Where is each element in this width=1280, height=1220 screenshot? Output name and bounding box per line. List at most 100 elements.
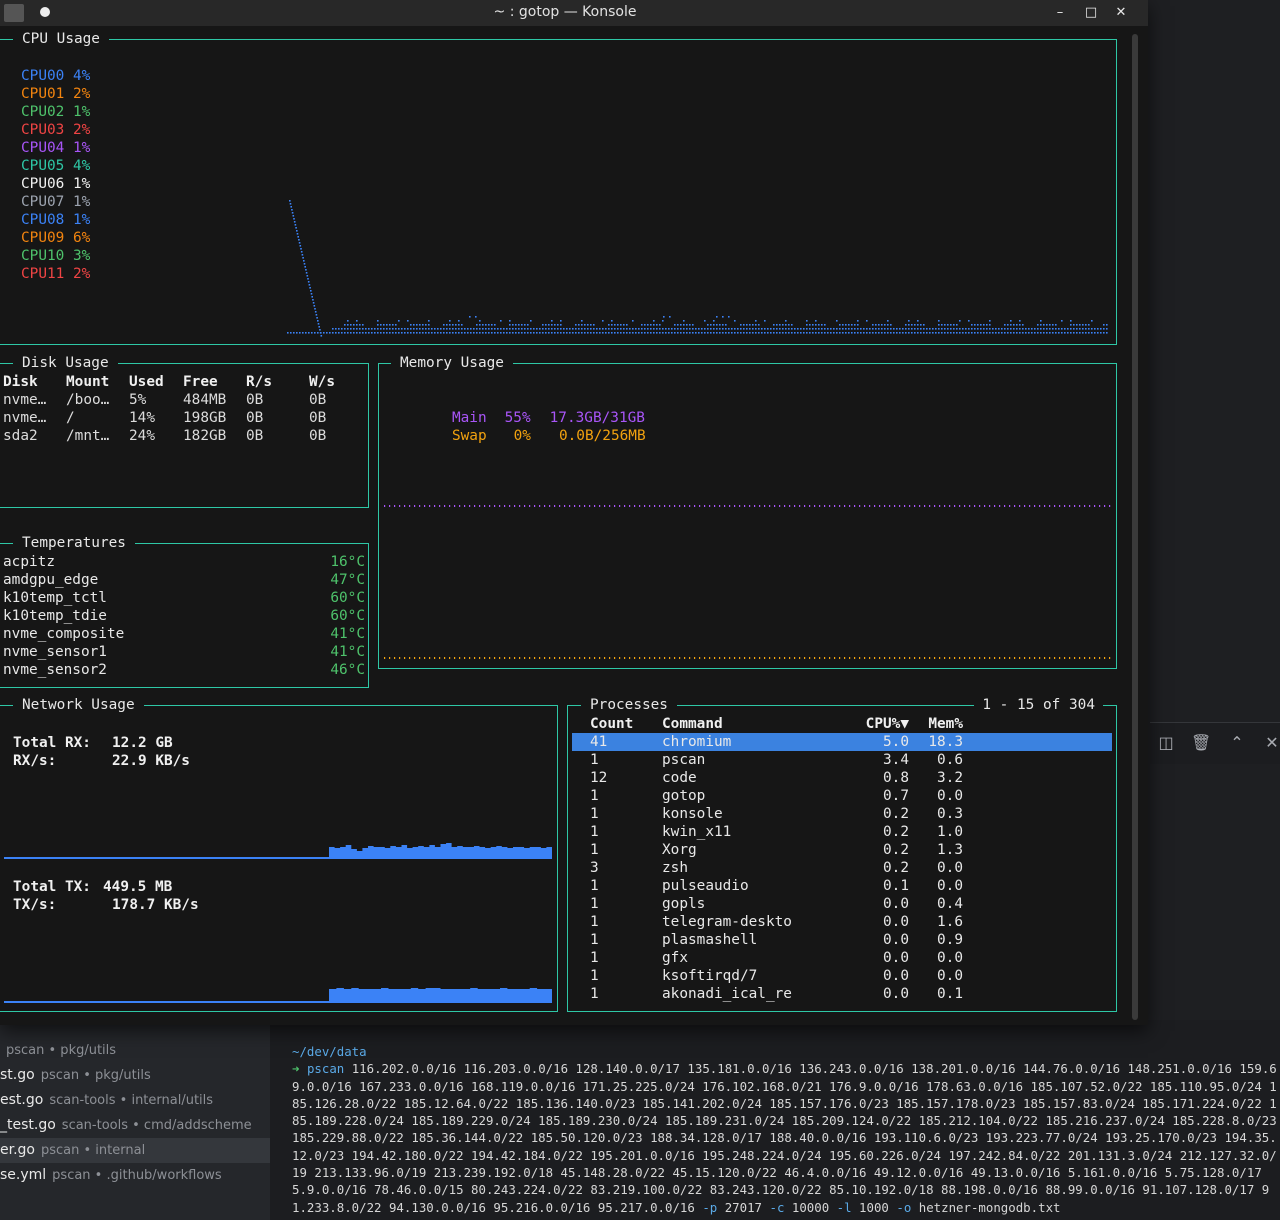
maximize-button[interactable]: □ — [1081, 3, 1101, 23]
cpu-graph-dot — [947, 332, 949, 334]
cpu-graph-dot — [359, 324, 361, 326]
cpu-graph-dot — [662, 328, 664, 330]
cpu-graph-dot — [905, 324, 907, 326]
cpu-graph-dot — [779, 324, 781, 326]
trash-icon[interactable]: 🗑 — [1191, 733, 1211, 753]
cpu-graph-dot — [1073, 332, 1075, 334]
cpu-graph-dot — [1076, 324, 1078, 326]
cpu-graph-dot — [1022, 328, 1024, 330]
cpu-graph-dot — [947, 324, 949, 326]
cpu-graph-dot — [1046, 324, 1048, 326]
process-cell: 1 — [590, 878, 599, 894]
cpu-graph-dot — [758, 324, 760, 326]
cpu-graph-dot — [362, 332, 364, 334]
process-header-0[interactable]: Count — [590, 715, 633, 733]
sidebar-file-item[interactable]: se.yml pscan • .github/workflows — [0, 1163, 270, 1188]
process-cell: 0.2 — [883, 842, 909, 858]
process-cell: 1.0 — [937, 824, 963, 840]
cpu-graph-dot — [821, 328, 823, 330]
cpu-graph-dot — [632, 328, 634, 330]
process-header-2[interactable]: CPU%▼ — [866, 715, 909, 733]
cpu-graph-dot — [398, 332, 400, 334]
cpu-graph-dot — [749, 324, 751, 326]
cpu-graph-dot — [887, 320, 889, 322]
cpu-graph-dot — [365, 332, 367, 334]
cpu-graph-dot — [680, 328, 682, 330]
cpu-graph-dot — [914, 324, 916, 326]
cpu-graph-dot — [1088, 328, 1090, 330]
disk-usage-panel: Disk Usage Disk Mount Used Free R/s W/s nvme… /… — [0, 354, 369, 508]
cpu-graph-dot — [1076, 332, 1078, 334]
process-header-3[interactable]: Mem% — [928, 715, 963, 733]
cpu-graph-dot — [908, 324, 910, 326]
temperature-value: 46°C — [330, 662, 365, 678]
cpu-graph-dot — [341, 332, 343, 334]
cpu-graph-dot — [479, 328, 481, 330]
cpu-graph-dot — [521, 332, 523, 334]
cpu-graph-dot — [452, 332, 454, 334]
cpu-graph-dot — [475, 316, 477, 318]
close-icon[interactable]: ✕ — [1262, 733, 1280, 753]
cpu-graph-dot — [818, 332, 820, 334]
split-panel-icon[interactable]: ◫ — [1156, 733, 1176, 753]
cpu-graph-dot — [800, 328, 802, 330]
cpu-graph-dot — [500, 332, 502, 334]
cpu-graph-dot — [878, 328, 880, 330]
cpu-graph-dot — [809, 332, 811, 334]
cpu-graph-dot — [1040, 328, 1042, 330]
cpu-graph-dot — [575, 328, 577, 330]
cpu-graph-dot — [725, 332, 727, 334]
cpu-graph-dot — [836, 328, 838, 330]
cpu-graph-dot — [572, 332, 574, 334]
sidebar-file-item[interactable]: est.go scan-tools • internal/utils — [0, 1088, 270, 1113]
cpu-graph-dot — [306, 275, 309, 277]
cpu-graph-dot — [818, 328, 820, 330]
cpu-graph-dot — [836, 332, 838, 334]
cpu-graph-dot — [974, 332, 976, 334]
cpu-graph-dot — [422, 324, 424, 326]
temperature-value: 16°C — [330, 554, 365, 570]
cpu-graph-dot — [827, 328, 829, 330]
terminal-scrollbar[interactable] — [1132, 34, 1138, 1020]
cpu-graph-dot — [683, 320, 685, 322]
close-button[interactable]: ✕ — [1111, 3, 1131, 23]
disk-cell: nvme… — [3, 410, 47, 426]
cpu-graph-dot — [356, 324, 358, 326]
cpu-graph-dot — [482, 328, 484, 330]
cpu-graph-dot — [884, 328, 886, 330]
cpu-graph-dot — [830, 328, 832, 330]
sidebar-file-item[interactable]: st.go pscan • pkg/utils — [0, 1063, 270, 1088]
cpu-graph-dot — [431, 328, 433, 330]
cpu-graph-dot — [425, 332, 427, 334]
sidebar-file-item[interactable]: _test.go scan-tools • cmd/addscheme — [0, 1113, 270, 1138]
disk-header-disk: Disk — [3, 374, 38, 390]
cpu-graph-dot — [950, 328, 952, 330]
cpu-graph-dot — [929, 332, 931, 334]
temperature-value: 41°C — [330, 644, 365, 660]
cpu-graph-dot — [965, 328, 967, 330]
window-titlebar[interactable]: ~ : gotop — Konsole – □ ✕ — [0, 0, 1148, 26]
cpu-graph-dot — [824, 332, 826, 334]
cpu-graph-dot — [881, 328, 883, 330]
disk-header-used: Used — [129, 374, 164, 390]
cpu-graph-dot — [1016, 324, 1018, 326]
minimize-button[interactable]: – — [1050, 3, 1070, 23]
cpu-graph-dot — [926, 332, 928, 334]
cpu-graph-dot — [782, 328, 784, 330]
sidebar-file-item[interactable]: pscan • pkg/utils — [0, 1038, 270, 1063]
cpu-graph-dot — [1091, 328, 1093, 330]
cpu-graph-dot — [1019, 332, 1021, 334]
cpu-graph-dot — [764, 320, 766, 322]
cpu-graph-dot — [347, 332, 349, 334]
process-header-1[interactable]: Command — [662, 715, 723, 733]
sidebar-file-item[interactable]: er.go pscan • internal — [0, 1138, 270, 1163]
cpu-graph-dot — [923, 328, 925, 330]
disk-cell: 0B — [246, 428, 264, 444]
cpu-graph-dot — [683, 324, 685, 326]
process-cell: 0.0 — [883, 968, 909, 984]
cpu-graph-dot — [611, 328, 613, 330]
rx-area-graph — [329, 843, 552, 859]
cpu-graph-dot — [425, 328, 427, 330]
chevron-up-icon[interactable]: ⌃ — [1227, 733, 1247, 753]
cpu-graph-dot — [716, 332, 718, 334]
